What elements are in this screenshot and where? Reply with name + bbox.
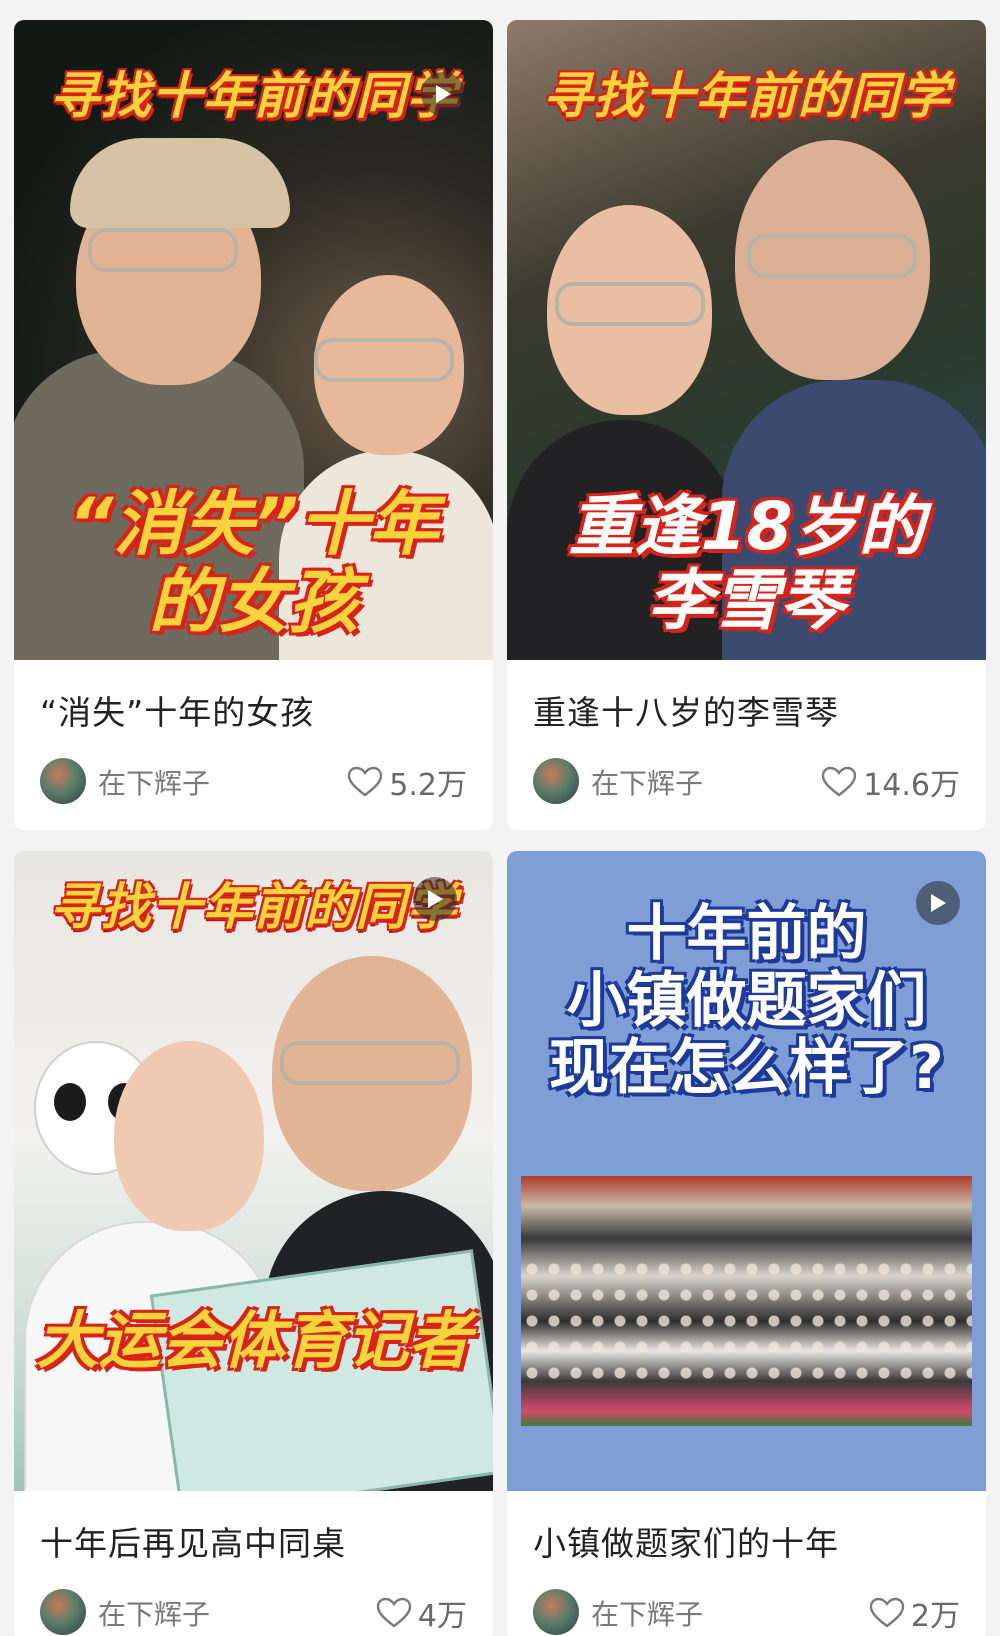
avatar[interactable]	[533, 1589, 579, 1635]
like-count: 4万	[417, 1599, 467, 1634]
cover-caption-line: 小镇做题家们	[566, 966, 927, 1037]
like-button[interactable]: 4万	[376, 1591, 467, 1635]
author-name[interactable]: 在下辉子	[591, 762, 703, 802]
panda-eye	[54, 1083, 86, 1121]
video-title[interactable]: “消失”十年的女孩	[40, 686, 314, 734]
card-meta: 小镇做题家们的十年 在下辉子 2万	[507, 1491, 986, 1636]
class-photo-students	[521, 1256, 972, 1391]
card-meta: “消失”十年的女孩 在下辉子 5.2万	[14, 660, 493, 830]
glasses-shape	[280, 1041, 460, 1085]
glasses-shape	[314, 338, 454, 382]
play-icon[interactable]	[421, 72, 465, 116]
author-name[interactable]: 在下辉子	[98, 762, 210, 802]
like-count: 5.2万	[389, 768, 467, 803]
video-card[interactable]: 寻找十年前的同学 重逢18岁的 李雪琴 重逢十八岁的李雪琴 在下辉子 14.6万	[507, 20, 986, 830]
person-figure	[114, 1041, 264, 1231]
like-button[interactable]: 14.6万	[821, 760, 960, 804]
cover-caption-line: 十年前的	[626, 899, 867, 969]
cover-caption-line: 的女孩	[148, 561, 359, 644]
cover-caption-line: 李雪琴	[647, 561, 846, 639]
author-name[interactable]: 在下辉子	[98, 1593, 210, 1633]
video-title[interactable]: 十年后再见高中同桌	[40, 1517, 346, 1565]
card-meta: 重逢十八岁的李雪琴 在下辉子 14.6万	[507, 660, 986, 830]
video-cover[interactable]: 十年前的 小镇做题家们 现在怎么样了?	[507, 851, 986, 1491]
play-icon[interactable]	[413, 877, 457, 921]
avatar[interactable]	[40, 758, 86, 804]
video-card[interactable]: 十年前的 小镇做题家们 现在怎么样了? 小镇做题家们的十年 在下辉子 2万	[507, 851, 986, 1636]
card-meta: 十年后再见高中同桌 在下辉子 4万	[14, 1491, 493, 1636]
video-cover[interactable]: 寻找十年前的同学 “消失”十年 的女孩	[14, 20, 493, 660]
cover-caption: 十年前的 小镇做题家们 现在怎么样了?	[507, 899, 986, 1104]
glasses-shape	[555, 282, 705, 326]
cover-caption-line: “消失”十年	[68, 483, 439, 565]
author-row: 在下辉子 2万	[533, 1587, 960, 1636]
heart-outline-icon	[822, 766, 857, 797]
like-button[interactable]: 5.2万	[347, 760, 467, 804]
avatar[interactable]	[40, 1589, 86, 1635]
hat-shape	[70, 138, 290, 228]
heart-outline-icon	[348, 766, 383, 797]
cover-caption: 重逢18岁的 李雪琴	[507, 490, 986, 638]
like-count: 2万	[910, 1599, 960, 1634]
cover-banner: 寻找十年前的同学	[542, 67, 951, 125]
video-title[interactable]: 小镇做题家们的十年	[533, 1517, 839, 1565]
glasses-shape	[747, 234, 917, 278]
cover-caption: “消失”十年 的女孩	[14, 485, 493, 642]
like-button[interactable]: 2万	[869, 1591, 960, 1635]
heart-outline-icon	[869, 1597, 905, 1628]
glasses-shape	[88, 228, 238, 272]
video-cover[interactable]: 寻找十年前的同学 重逢18岁的 李雪琴	[507, 20, 986, 660]
cover-caption: 大运会体育记者	[14, 1304, 493, 1377]
class-photo	[521, 1176, 972, 1426]
cover-caption-line: 大运会体育记者	[36, 1304, 471, 1377]
video-card[interactable]: 寻找十年前的同学 大运会体育记者 十年后再见高中同桌 在下辉子 4万	[14, 851, 493, 1636]
video-cover[interactable]: 寻找十年前的同学 大运会体育记者	[14, 851, 493, 1491]
video-feed-grid: 寻找十年前的同学 “消失”十年 的女孩 “消失”十年的女孩 在下辉子 5.2万	[0, 0, 1000, 1636]
cover-caption-line: 现在怎么样了?	[549, 1033, 944, 1104]
video-card[interactable]: 寻找十年前的同学 “消失”十年 的女孩 “消失”十年的女孩 在下辉子 5.2万	[14, 20, 493, 830]
author-row: 在下辉子 4万	[40, 1587, 467, 1636]
avatar[interactable]	[533, 758, 579, 804]
video-title[interactable]: 重逢十八岁的李雪琴	[533, 686, 839, 734]
author-row: 在下辉子 5.2万	[40, 756, 467, 806]
author-row: 在下辉子 14.6万	[533, 756, 960, 806]
cover-caption-line: 重逢18岁的	[568, 488, 925, 565]
like-count: 14.6万	[863, 768, 960, 803]
author-name[interactable]: 在下辉子	[591, 1593, 703, 1633]
heart-outline-icon	[376, 1597, 412, 1628]
